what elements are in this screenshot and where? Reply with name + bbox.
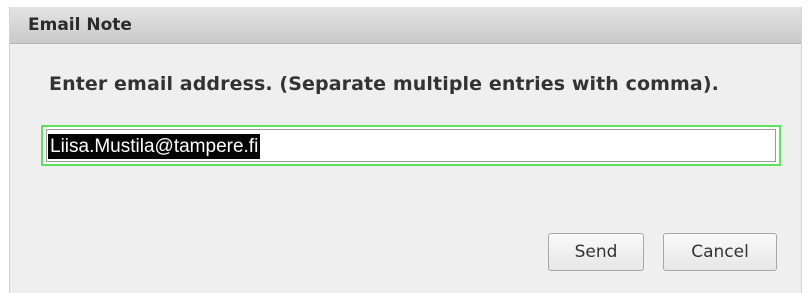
email-instruction-label: Enter email address. (Separate multiple …: [49, 73, 719, 95]
email-field-focus-ring: [41, 125, 781, 166]
send-button[interactable]: Send: [548, 233, 644, 271]
cancel-button[interactable]: Cancel: [663, 233, 777, 271]
dialog-title: Email Note: [28, 15, 132, 35]
email-note-dialog: Email Note Enter email address. (Separat…: [9, 7, 802, 293]
dialog-titlebar[interactable]: Email Note: [10, 7, 801, 44]
email-address-input[interactable]: [46, 129, 776, 162]
